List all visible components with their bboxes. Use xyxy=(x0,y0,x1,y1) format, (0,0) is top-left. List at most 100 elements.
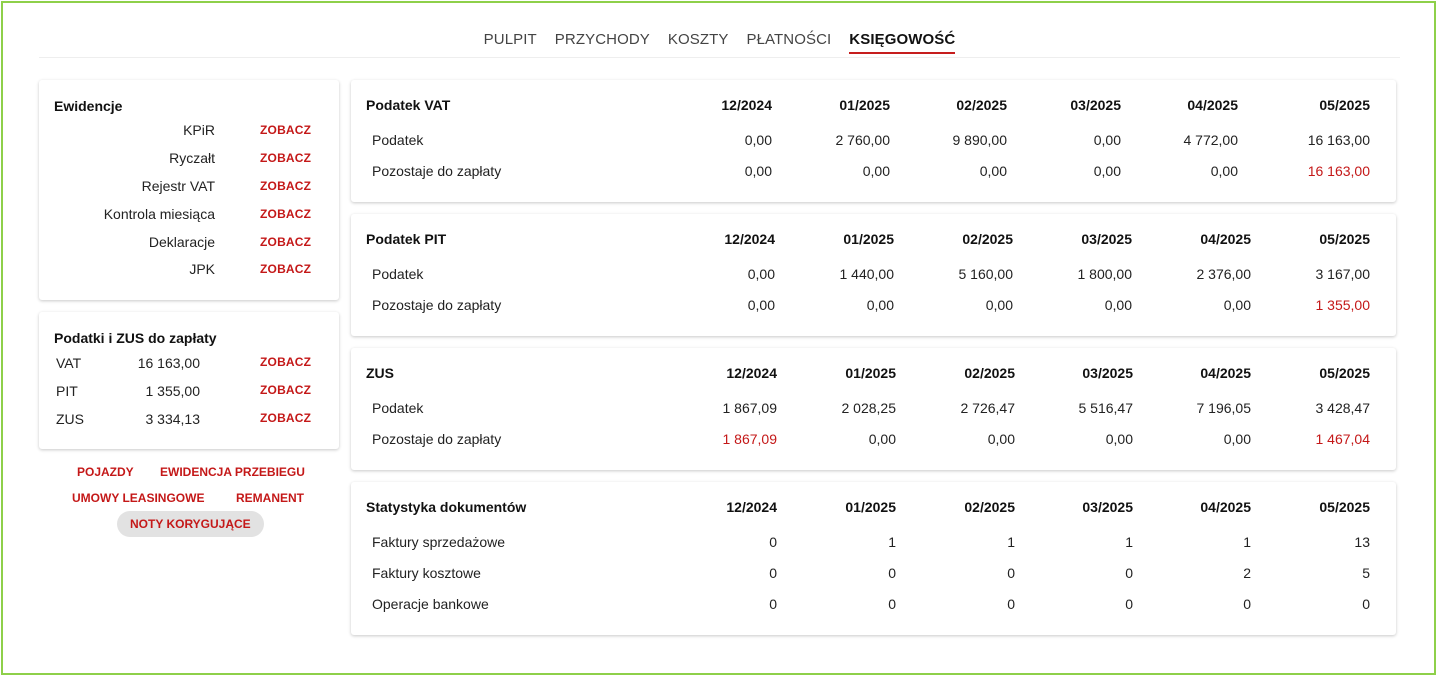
statystyka-row-label: Faktury kosztowe xyxy=(372,565,481,581)
vat-cell-value: 9 890,00 xyxy=(952,132,1008,148)
ewidencje-label: Kontrola miesiąca xyxy=(103,206,215,222)
zobacz-pit-link[interactable]: ZOBACZ xyxy=(260,383,311,397)
tab-przychody[interactable]: PRZYCHODY xyxy=(555,31,650,54)
vat-cell-value: 0,00 xyxy=(1093,163,1121,179)
pit-cell-value: 1 800,00 xyxy=(1077,266,1133,282)
zus-cell-value: 5 516,47 xyxy=(1078,400,1134,416)
vat-row-label: Pozostaje do zapłaty xyxy=(372,163,502,179)
statystyka-month-header: 05/2025 xyxy=(1319,499,1370,515)
pojazdy-link[interactable]: POJAZDY xyxy=(77,465,134,479)
vat-cell-value: 0,00 xyxy=(862,163,890,179)
pit-cell-value: 2 376,00 xyxy=(1196,266,1252,282)
vat-month-header: 02/2025 xyxy=(956,97,1007,113)
vat-cell-value: 2 760,00 xyxy=(835,132,891,148)
pit-table-title: Podatek PIT xyxy=(366,231,447,247)
pit-cell-value: 5 160,00 xyxy=(958,266,1014,282)
zus-cell-value: 2 726,47 xyxy=(960,400,1016,416)
zus-cell-value: 2 028,25 xyxy=(841,400,897,416)
ewidencja-przebiegu-link[interactable]: EWIDENCJA PRZEBIEGU xyxy=(160,465,305,479)
zus-month-header: 05/2025 xyxy=(1319,365,1370,381)
zobacz-kontrola-miesiaca-link[interactable]: ZOBACZ xyxy=(260,207,311,221)
statystyka-month-header: 02/2025 xyxy=(964,499,1015,515)
zus-table-title: ZUS xyxy=(366,365,394,381)
tab-ksiegowosc[interactable]: KSIĘGOWOŚĆ xyxy=(849,31,956,54)
statystyka-cell-value: 0 xyxy=(769,534,777,550)
zus-cell-value: 0,00 xyxy=(1105,431,1133,447)
tab-koszty[interactable]: KOSZTY xyxy=(668,31,729,54)
statystyka-cell-value: 13 xyxy=(1354,534,1370,550)
vat-cell-value: 0,00 xyxy=(1210,163,1238,179)
zobacz-jpk-link[interactable]: ZOBACZ xyxy=(260,262,311,276)
zobacz-kpir-link[interactable]: ZOBACZ xyxy=(260,123,311,137)
ewidencje-row-kontrola-miesiaca: Kontrola miesiąca ZOBACZ xyxy=(39,206,339,226)
zus-month-header: 03/2025 xyxy=(1082,365,1133,381)
statystyka-row-label: Operacje bankowe xyxy=(372,596,489,612)
zus-cell-value: 0,00 xyxy=(987,431,1015,447)
ewidencje-label: Ryczałt xyxy=(169,150,215,166)
zus-month-header: 01/2025 xyxy=(845,365,896,381)
podatki-value: 1 355,00 xyxy=(145,383,201,399)
statystyka-cell-value: 1 xyxy=(888,534,896,550)
podatki-label: VAT xyxy=(56,355,82,371)
pit-cell-value: 1 440,00 xyxy=(839,266,895,282)
zobacz-deklaracje-link[interactable]: ZOBACZ xyxy=(260,235,311,249)
tab-platnosci[interactable]: PŁATNOŚCI xyxy=(746,31,831,54)
podatki-title: Podatki i ZUS do zapłaty xyxy=(54,330,217,346)
vat-cell-value: 4 772,00 xyxy=(1183,132,1239,148)
vat-table-title: Podatek VAT xyxy=(366,97,451,113)
statystyka-cell-value: 1 xyxy=(1007,534,1015,550)
ewidencje-row-ryczalt: Ryczałt ZOBACZ xyxy=(39,150,339,170)
podatki-value: 3 334,13 xyxy=(145,411,201,427)
vat-month-header: 03/2025 xyxy=(1070,97,1121,113)
vat-cell-value: 0,00 xyxy=(744,163,772,179)
zobacz-zus-link[interactable]: ZOBACZ xyxy=(260,411,311,425)
statystyka-cell-value: 0 xyxy=(888,565,896,581)
main-nav: PULPIT PRZYCHODY KOSZTY PŁATNOŚCI KSIĘGO… xyxy=(39,31,1400,58)
vat-month-header: 04/2025 xyxy=(1187,97,1238,113)
statystyka-month-header: 04/2025 xyxy=(1200,499,1251,515)
zus-cell-value: 3 428,47 xyxy=(1315,400,1371,416)
zobacz-rejestr-vat-link[interactable]: ZOBACZ xyxy=(260,179,311,193)
statystyka-cell-value: 0 xyxy=(769,596,777,612)
pit-month-header: 05/2025 xyxy=(1319,231,1370,247)
podatki-row-vat: VAT 16 163,00 ZOBACZ xyxy=(39,355,339,375)
vat-row-label: Podatek xyxy=(372,132,424,148)
vat-cell-value: 16 163,00 xyxy=(1307,163,1370,179)
statystyka-cell-value: 0 xyxy=(769,565,777,581)
zus-cell-value: 1 867,09 xyxy=(722,431,778,447)
tab-pulpit[interactable]: PULPIT xyxy=(484,31,537,54)
zobacz-vat-link[interactable]: ZOBACZ xyxy=(260,355,311,369)
zus-row-label: Podatek xyxy=(372,400,424,416)
ewidencje-label: Deklaracje xyxy=(148,234,215,250)
pit-cell-value: 0,00 xyxy=(1223,297,1251,313)
pit-month-header: 02/2025 xyxy=(962,231,1013,247)
zus-month-header: 12/2024 xyxy=(726,365,777,381)
pit-row-label: Podatek xyxy=(372,266,424,282)
statystyka-table-title: Statystyka dokumentów xyxy=(366,499,527,515)
statystyka-row-label: Faktury sprzedażowe xyxy=(372,534,506,550)
zus-month-header: 02/2025 xyxy=(964,365,1015,381)
statystyka-cell-value: 0 xyxy=(1007,596,1015,612)
ewidencje-label: JPK xyxy=(189,261,215,277)
zus-row-label: Pozostaje do zapłaty xyxy=(372,431,502,447)
pit-cell-value: 3 167,00 xyxy=(1315,266,1371,282)
umowy-leasingowe-link[interactable]: UMOWY LEASINGOWE xyxy=(72,491,204,505)
statystyka-month-header: 12/2024 xyxy=(726,499,777,515)
app-frame: PULPIT PRZYCHODY KOSZTY PŁATNOŚCI KSIĘGO… xyxy=(1,1,1436,675)
ewidencje-label: Rejestr VAT xyxy=(141,178,215,194)
nav-tabs: PULPIT PRZYCHODY KOSZTY PŁATNOŚCI KSIĘGO… xyxy=(484,31,956,54)
pit-month-header: 01/2025 xyxy=(843,231,894,247)
statystyka-month-header: 01/2025 xyxy=(845,499,896,515)
podatki-label: PIT xyxy=(56,383,78,399)
zus-cell-value: 0,00 xyxy=(868,431,896,447)
remanent-link[interactable]: REMANENT xyxy=(236,491,304,505)
vat-month-header: 01/2025 xyxy=(839,97,890,113)
podatki-card: Podatki i ZUS do zapłaty VAT 16 163,00 Z… xyxy=(39,312,339,449)
vat-cell-value: 0,00 xyxy=(979,163,1007,179)
noty-korygujace-button[interactable]: NOTY KORYGUJĄCE xyxy=(117,511,264,537)
ewidencje-row-jpk: JPK ZOBACZ xyxy=(39,261,339,281)
vat-month-header: 05/2025 xyxy=(1319,97,1370,113)
podatki-value: 16 163,00 xyxy=(137,355,200,371)
zobacz-ryczalt-link[interactable]: ZOBACZ xyxy=(260,151,311,165)
pit-cell-value: 0,00 xyxy=(1104,297,1132,313)
